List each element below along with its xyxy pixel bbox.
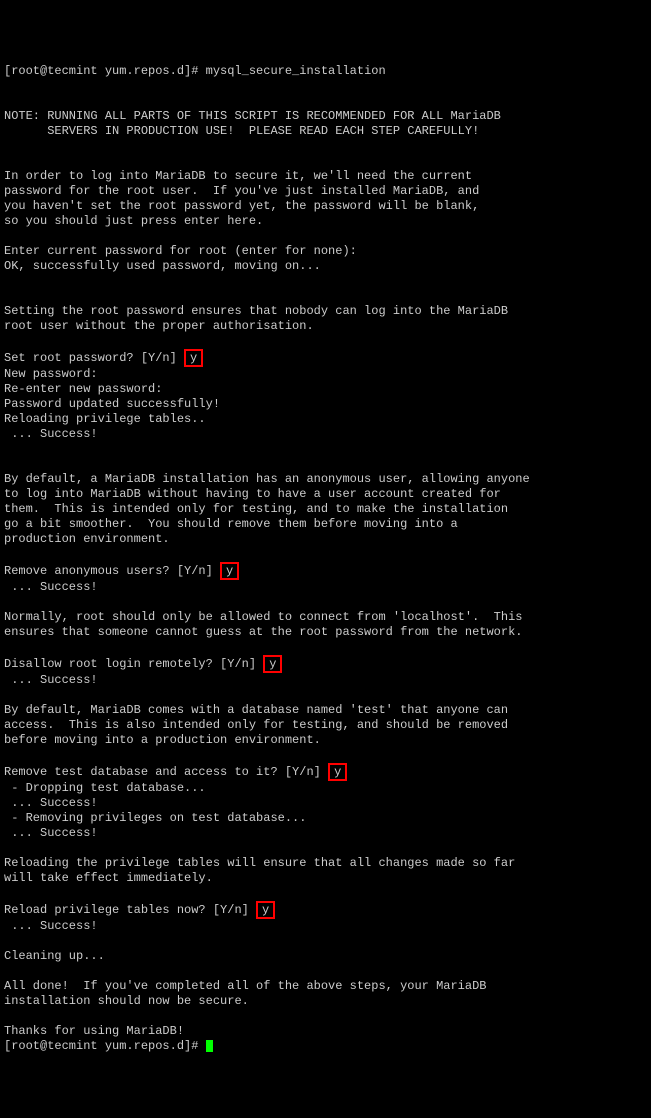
thanks-text: Thanks for using MariaDB! <box>4 1024 184 1038</box>
disallow-remote-question[interactable]: Disallow root login remotely? [Y/n] <box>4 657 263 671</box>
cleanup-text: Cleaning up... <box>4 949 105 963</box>
reload-tables-text: Reloading the privilege tables will ensu… <box>4 856 515 885</box>
remote-login-text: Normally, root should only be allowed to… <box>4 610 522 639</box>
password-updated-text: Password updated successfully! <box>4 397 220 411</box>
shell-prompt: [root@tecmint yum.repos.d]# <box>4 1039 206 1053</box>
reload-tables-answer: y <box>256 901 275 919</box>
remove-priv-text: - Removing privileges on test database..… <box>4 811 306 825</box>
success-text: ... Success! <box>4 427 98 441</box>
enter-password-prompt[interactable]: Enter current password for root (enter f… <box>4 244 357 258</box>
shell-prompt: [root@tecmint yum.repos.d]# <box>4 64 206 78</box>
test-db-text: By default, MariaDB comes with a databas… <box>4 703 508 747</box>
success-text: ... Success! <box>4 826 98 840</box>
new-password-prompt[interactable]: New password: <box>4 367 98 381</box>
set-root-answer: y <box>184 349 203 367</box>
intro-text: In order to log into MariaDB to secure i… <box>4 169 479 228</box>
success-text: ... Success! <box>4 580 98 594</box>
reenter-password-prompt[interactable]: Re-enter new password: <box>4 382 162 396</box>
cursor-icon[interactable] <box>206 1040 213 1052</box>
success-text: ... Success! <box>4 796 98 810</box>
reload-privilege-text: Reloading privilege tables.. <box>4 412 206 426</box>
command-input[interactable]: mysql_secure_installation <box>206 64 386 78</box>
success-text: ... Success! <box>4 673 98 687</box>
remove-anon-answer: y <box>220 562 239 580</box>
alldone-text: All done! If you've completed all of the… <box>4 979 486 1008</box>
ok-password-text: OK, successfully used password, moving o… <box>4 259 321 273</box>
note-text: NOTE: RUNNING ALL PARTS OF THIS SCRIPT I… <box>4 109 501 138</box>
remove-testdb-question[interactable]: Remove test database and access to it? [… <box>4 765 328 779</box>
set-root-question[interactable]: Set root password? [Y/n] <box>4 351 184 365</box>
drop-db-text: - Dropping test database... <box>4 781 206 795</box>
root-password-text: Setting the root password ensures that n… <box>4 304 508 333</box>
reload-tables-question[interactable]: Reload privilege tables now? [Y/n] <box>4 903 256 917</box>
success-text: ... Success! <box>4 919 98 933</box>
disallow-remote-answer: y <box>263 655 282 673</box>
remove-testdb-answer: y <box>328 763 347 781</box>
remove-anon-question[interactable]: Remove anonymous users? [Y/n] <box>4 564 220 578</box>
anonymous-users-text: By default, a MariaDB installation has a… <box>4 472 530 546</box>
